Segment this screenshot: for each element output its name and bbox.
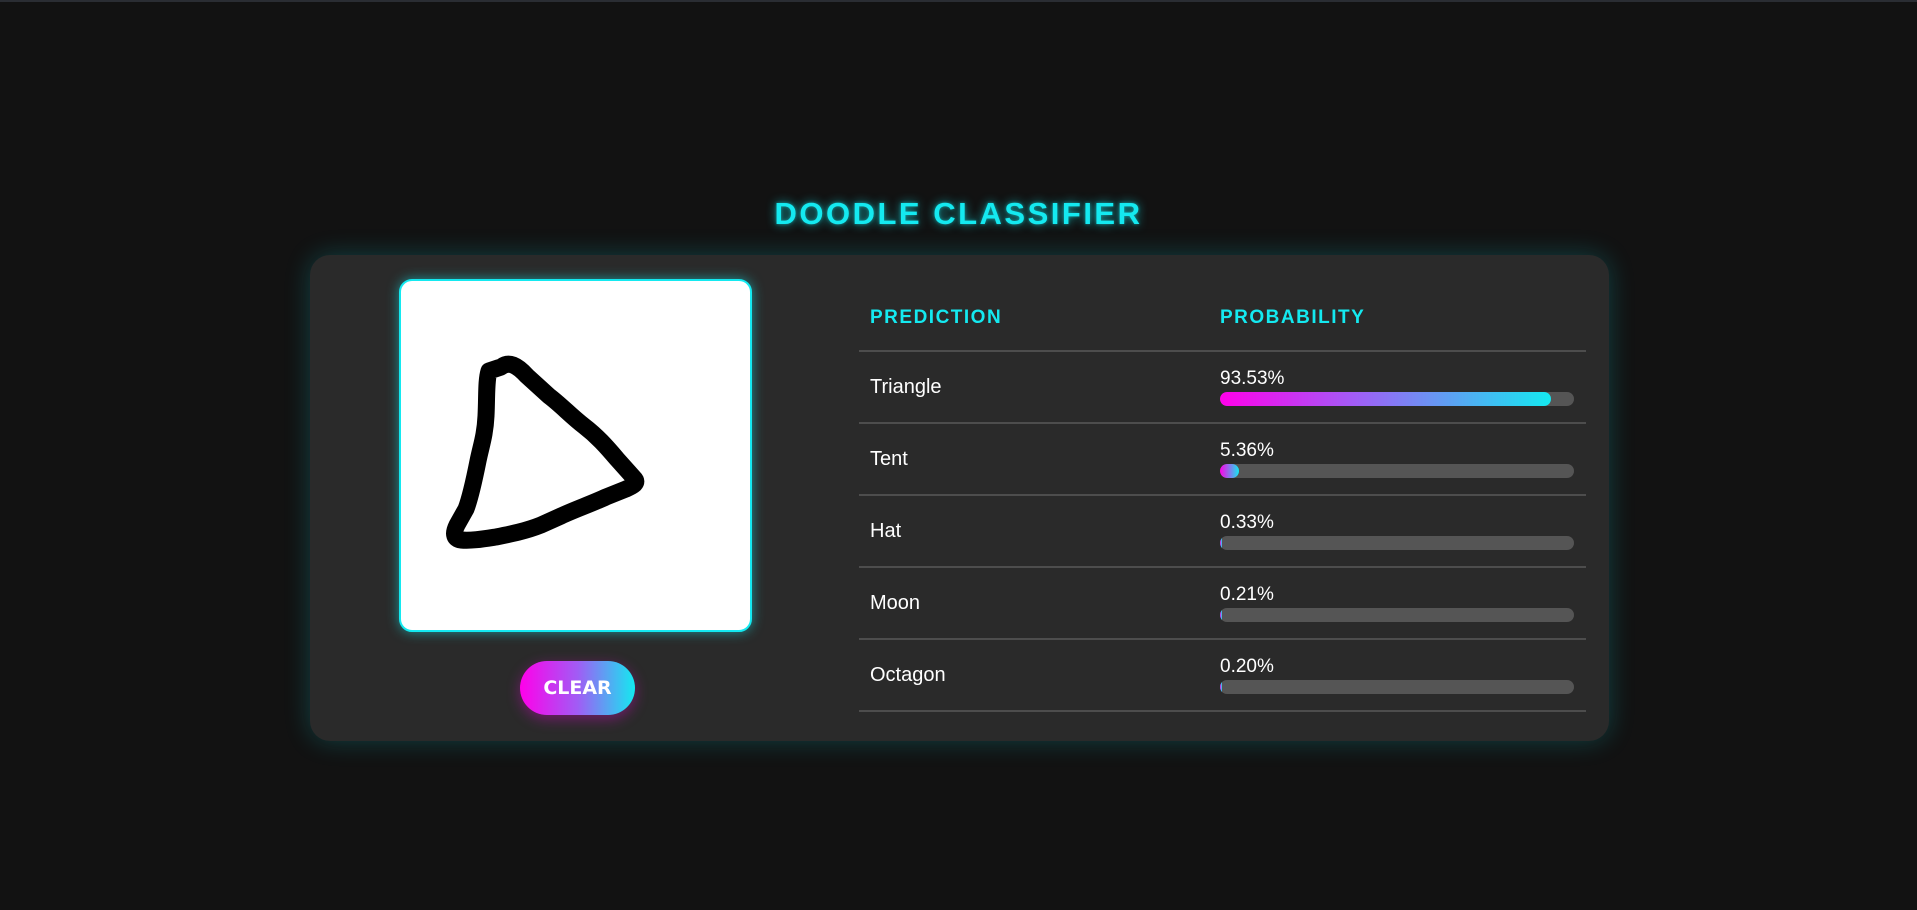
- probability-bar-track: [1220, 608, 1574, 622]
- probability-value: 0.20%: [1220, 656, 1274, 677]
- probability-value: 0.33%: [1220, 512, 1274, 533]
- window-top-border: [0, 0, 1917, 2]
- probability-bar-fill: [1220, 392, 1552, 406]
- prediction-label: Triangle: [870, 376, 942, 398]
- prediction-label: Hat: [870, 520, 902, 542]
- probability-bar-fill: [1220, 464, 1239, 478]
- probability-value: 5.36%: [1220, 440, 1274, 461]
- prediction-label: Moon: [870, 592, 921, 614]
- clear-button[interactable]: CLEAR: [520, 661, 635, 715]
- predictions-table: PREDICTION PROBABILITY Triangle 93.53% Ten…: [859, 299, 1586, 712]
- table-header: PREDICTION PROBABILITY: [859, 299, 1586, 352]
- table-body: Triangle 93.53% Tent 5.36% Hat 0.33% Moon 0.21%…: [859, 352, 1586, 712]
- probability-bar-fill: [1220, 536, 1222, 550]
- probability-bar-fill: [1220, 608, 1222, 622]
- probability-bar-track: [1220, 392, 1574, 406]
- drawing-canvas[interactable]: [399, 279, 752, 632]
- prediction-label: Tent: [870, 448, 908, 470]
- probability-value: 0.21%: [1220, 584, 1274, 605]
- probability-column-header: PROBABILITY: [1220, 307, 1366, 328]
- page-title: DOODLE CLASSIFIER: [774, 196, 1143, 231]
- table-row: Triangle 93.53%: [859, 352, 1586, 424]
- table-row: Hat 0.33%: [859, 496, 1586, 568]
- table-row: Moon 0.21%: [859, 568, 1586, 640]
- probability-bar-track: [1220, 680, 1574, 694]
- probability-bar-track: [1220, 464, 1574, 478]
- table-row: Octagon 0.20%: [859, 640, 1586, 712]
- doodle-drawing: [446, 355, 645, 549]
- probability-value: 93.53%: [1220, 368, 1285, 389]
- probability-bar-track: [1220, 536, 1574, 550]
- table-row: Tent 5.36%: [859, 424, 1586, 496]
- classifier-card: CLEAR PREDICTION PROBABILITY Triangle 93.…: [310, 255, 1609, 741]
- prediction-column-header: PREDICTION: [870, 307, 1003, 328]
- probability-bar-fill: [1220, 680, 1222, 694]
- prediction-label: Octagon: [870, 664, 946, 686]
